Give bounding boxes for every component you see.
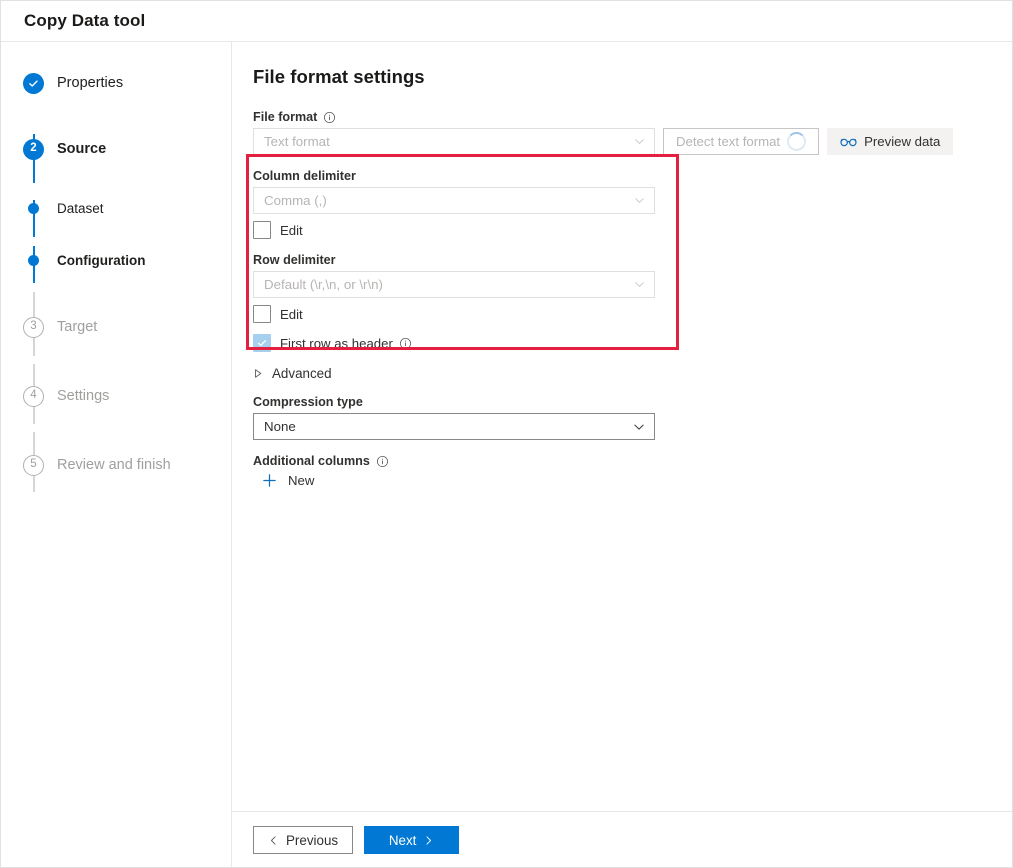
- compression-type-select[interactable]: None: [253, 413, 655, 440]
- glasses-icon: [840, 136, 857, 148]
- copy-data-tool-window: Copy Data tool Properties 2 Sour: [0, 0, 1013, 868]
- sidebar-step-properties[interactable]: Properties: [23, 70, 231, 96]
- column-delimiter-label: Column delimiter: [253, 169, 356, 183]
- info-icon[interactable]: [399, 337, 412, 350]
- spinner-icon: [787, 132, 806, 151]
- page-title: File format settings: [253, 66, 1012, 88]
- step-number-badge-3: 3: [23, 317, 44, 338]
- sidebar-step-settings[interactable]: 4 Settings: [23, 383, 231, 409]
- column-delimiter-edit-label: Edit: [280, 223, 303, 238]
- compression-type-label-row: Compression type: [253, 395, 1012, 409]
- row-delimiter-edit-row[interactable]: Edit: [253, 305, 1012, 323]
- previous-button[interactable]: Previous: [253, 826, 353, 854]
- advanced-label: Advanced: [272, 366, 332, 381]
- file-format-label: File format: [253, 110, 317, 124]
- plus-icon: [262, 473, 277, 488]
- additional-columns-label-row: Additional columns: [253, 454, 1012, 468]
- preview-data-button[interactable]: Preview data: [827, 128, 953, 155]
- row-delimiter-label-row: Row delimiter: [253, 253, 1012, 267]
- sidebar-step-label-review-and-finish: Review and finish: [57, 457, 171, 473]
- step-number-badge-4: 4: [23, 386, 44, 407]
- sidebar-step-label-source: Source: [57, 141, 106, 157]
- chevron-right-icon: [423, 835, 434, 846]
- sidebar-substep-label-configuration: Configuration: [57, 253, 145, 268]
- chevron-down-icon: [633, 194, 646, 207]
- sidebar-substep-configuration[interactable]: Configuration: [23, 250, 231, 270]
- file-format-value: Text format: [264, 134, 330, 149]
- column-delimiter-edit-checkbox[interactable]: [253, 221, 271, 239]
- sidebar-step-review-and-finish[interactable]: 5 Review and finish: [23, 452, 231, 478]
- wizard-sidebar: Properties 2 Source Dataset Configuratio…: [1, 42, 232, 868]
- column-delimiter-value: Comma (,): [264, 193, 327, 208]
- window-title: Copy Data tool: [24, 11, 145, 31]
- row-delimiter-value: Default (\r,\n, or \r\n): [264, 277, 383, 292]
- chevron-down-icon: [632, 420, 646, 434]
- sidebar-step-label-target: Target: [57, 319, 97, 335]
- row-delimiter-select[interactable]: Default (\r,\n, or \r\n): [253, 271, 655, 298]
- main-panel: File format settings File format Tex: [232, 42, 1012, 868]
- info-icon[interactable]: [323, 111, 336, 124]
- column-delimiter-select[interactable]: Comma (,): [253, 187, 655, 214]
- step-number-badge-5: 5: [23, 455, 44, 476]
- row-delimiter-edit-label: Edit: [280, 307, 303, 322]
- detect-text-format-label: Detect text format: [676, 134, 780, 149]
- add-new-column-button[interactable]: New: [262, 473, 314, 488]
- chevron-left-icon: [268, 835, 279, 846]
- window-titlebar: Copy Data tool: [1, 1, 1012, 42]
- column-delimiter-edit-row[interactable]: Edit: [253, 221, 1012, 239]
- first-row-as-header-label: First row as header: [280, 336, 393, 351]
- info-icon[interactable]: [376, 455, 389, 468]
- sidebar-substep-label-dataset: Dataset: [57, 201, 104, 216]
- next-button-label: Next: [389, 833, 417, 848]
- advanced-toggle[interactable]: Advanced: [253, 366, 332, 381]
- substep-dot-icon-dataset: [28, 203, 39, 214]
- previous-button-label: Previous: [286, 833, 338, 848]
- chevron-down-icon: [633, 278, 646, 291]
- first-row-as-header-checkbox[interactable]: [253, 334, 271, 352]
- step-number-badge-2: 2: [23, 139, 44, 160]
- sidebar-step-label-settings: Settings: [57, 388, 109, 404]
- wizard-footer: Previous Next: [232, 811, 1012, 868]
- sidebar-step-source[interactable]: 2 Source: [23, 136, 231, 162]
- add-new-column-label: New: [288, 473, 314, 488]
- sidebar-substep-dataset[interactable]: Dataset: [23, 198, 231, 218]
- file-format-select[interactable]: Text format: [253, 128, 655, 155]
- file-format-row: Text format Detect text format: [253, 128, 1012, 155]
- sidebar-step-target[interactable]: 3 Target: [23, 314, 231, 340]
- row-delimiter-label: Row delimiter: [253, 253, 336, 267]
- additional-columns-label: Additional columns: [253, 454, 370, 468]
- first-row-as-header-label-wrap: First row as header: [280, 336, 412, 351]
- column-delimiter-label-row: Column delimiter: [253, 169, 1012, 183]
- compression-type-value: None: [264, 419, 296, 434]
- window-body: Properties 2 Source Dataset Configuratio…: [1, 42, 1012, 868]
- compression-type-label: Compression type: [253, 395, 363, 409]
- substep-dot-icon-configuration: [28, 255, 39, 266]
- settings-form: File format settings File format Tex: [232, 42, 1012, 811]
- detect-text-format-button[interactable]: Detect text format: [663, 128, 819, 155]
- file-format-label-row: File format: [253, 110, 1012, 124]
- next-button[interactable]: Next: [364, 826, 459, 854]
- row-delimiter-edit-checkbox[interactable]: [253, 305, 271, 323]
- first-row-as-header-row[interactable]: First row as header: [253, 334, 1012, 352]
- step-check-icon: [23, 73, 44, 94]
- preview-data-label: Preview data: [864, 134, 940, 149]
- chevron-down-icon: [633, 135, 646, 148]
- sidebar-step-label-properties: Properties: [57, 75, 123, 91]
- triangle-right-icon: [253, 368, 263, 379]
